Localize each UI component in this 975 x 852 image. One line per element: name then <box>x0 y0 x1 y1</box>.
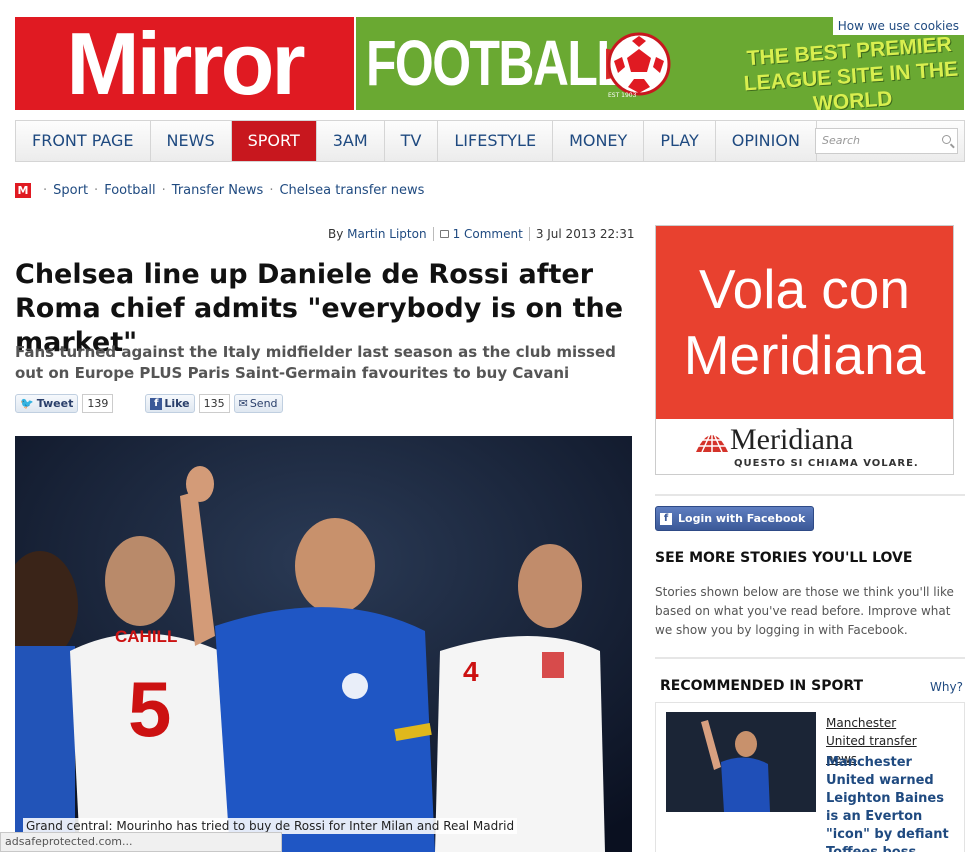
nav-item-news[interactable]: NEWS <box>151 121 232 161</box>
comments-link[interactable]: 1 Comment <box>453 227 523 241</box>
breadcrumb-separator: · <box>161 183 166 198</box>
ad-headline: Vola con Meridiana <box>656 226 953 419</box>
nav-item-lifestyle[interactable]: LIFESTYLE <box>438 121 554 161</box>
tweet-count: 139 <box>82 394 114 413</box>
tweet-label: Tweet <box>36 397 74 410</box>
breadcrumb-item-sport[interactable]: Sport <box>53 183 88 198</box>
football-wordmark: FOOTBALL <box>366 27 627 99</box>
recommended-title: RECOMMENDED IN SPORT <box>660 678 864 694</box>
browser-status-bar: adsafeprotected.com... <box>0 832 282 852</box>
ad-line-2: Meridiana <box>683 324 926 386</box>
like-count: 135 <box>198 394 230 413</box>
twitter-bird-icon: 🐦 <box>20 397 34 410</box>
mirror-m-icon[interactable]: M <box>15 183 31 198</box>
breadcrumb-separator: · <box>269 183 274 198</box>
ad-brand-name: Meridiana <box>730 423 854 456</box>
search-placeholder: Search <box>822 134 861 147</box>
sidebar-divider <box>655 657 965 659</box>
article-standfirst: Fans turned against the Italy midfielder… <box>15 343 616 382</box>
breadcrumb: M · Sport · Football · Transfer News · C… <box>15 183 424 198</box>
ad-brand: Meridiana <box>694 423 853 457</box>
breadcrumb-separator: · <box>94 183 99 198</box>
shirt-number-4: 4 <box>463 656 479 687</box>
cookies-link[interactable]: How we use cookies <box>832 17 964 35</box>
see-more-title: SEE MORE STORIES YOU'LL LOVE <box>655 550 913 566</box>
nav-item-play[interactable]: PLAY <box>644 121 716 161</box>
byline-divider <box>432 227 434 241</box>
player-thumbnail-photo <box>666 712 816 812</box>
shirt-number-5: 5 <box>128 665 171 753</box>
article-photo[interactable]: CAHILL 5 4 <box>15 436 632 852</box>
football-banner[interactable]: FOOTBALL EST 1903 THE BEST PREMIER LEAGU… <box>356 17 964 110</box>
tweet-button[interactable]: 🐦 Tweet <box>15 394 79 413</box>
nav-item-front-page[interactable]: FRONT PAGE <box>16 121 151 161</box>
nav-item-tv[interactable]: TV <box>385 121 439 161</box>
nav-item-money[interactable]: MONEY <box>553 121 645 161</box>
banner-tagline: THE BEST PREMIER LEAGUE SITE IN THE WORL… <box>743 32 959 110</box>
nav-item-3am[interactable]: 3AM <box>317 121 385 161</box>
breadcrumb-item-football[interactable]: Football <box>104 183 155 198</box>
like-button[interactable]: f Like <box>145 394 195 413</box>
send-icon: ✉ <box>238 397 248 410</box>
sidebar-divider <box>655 494 965 496</box>
byline-prefix: By <box>328 227 344 241</box>
breadcrumb-item-transfer-news[interactable]: Transfer News <box>172 183 264 198</box>
mirror-logo[interactable]: Mirror <box>15 17 354 110</box>
facebook-icon: f <box>660 512 672 525</box>
search-input[interactable]: Search <box>815 128 958 154</box>
nav-item-opinion[interactable]: OPINION <box>716 121 817 161</box>
recommended-headline[interactable]: Manchester United warned Leighton Baines… <box>826 754 958 852</box>
facebook-icon: f <box>150 397 163 410</box>
main-nav: FRONT PAGE NEWS SPORT 3AM TV LIFESTYLE M… <box>15 120 965 162</box>
meridiana-logo-icon <box>696 428 728 453</box>
ad-tagline: QUESTO SI CHIAMA VOLARE. <box>734 458 919 469</box>
football-icon <box>606 32 671 96</box>
comment-icon <box>439 230 449 238</box>
ad-line-1: Vola con <box>698 258 910 320</box>
football-players-photo: CAHILL 5 4 <box>15 436 632 852</box>
facebook-login-label: Login with Facebook <box>678 512 806 525</box>
send-label: Send <box>249 397 278 410</box>
like-label: Like <box>164 397 190 410</box>
social-buttons: 🐦 Tweet 139 f Like 135 ✉ Send <box>15 394 283 413</box>
search-icon[interactable] <box>942 135 951 144</box>
author-link[interactable]: Martin Lipton <box>347 227 426 241</box>
shirt-name-text: CAHILL <box>115 627 177 646</box>
article-date: 3 Jul 2013 22:31 <box>535 227 635 241</box>
stories-description: Stories shown below are those we think y… <box>655 585 954 637</box>
facebook-login-button[interactable]: f Login with Facebook <box>655 506 815 531</box>
nav-item-sport[interactable]: SPORT <box>231 121 317 161</box>
byline-divider <box>528 227 530 241</box>
breadcrumb-item-chelsea-transfer-news[interactable]: Chelsea transfer news <box>279 183 424 198</box>
breadcrumb-separator: · <box>43 183 48 198</box>
article-byline: By Martin Lipton 1 Comment 3 Jul 2013 22… <box>328 227 635 241</box>
established-text: EST 1903 <box>608 92 637 99</box>
recommended-thumbnail[interactable] <box>666 712 816 812</box>
why-link[interactable]: Why? <box>930 680 963 694</box>
send-button[interactable]: ✉ Send <box>233 394 283 413</box>
meridiana-advertisement[interactable]: Vola con Meridiana Meridiana QUESTO SI C… <box>655 225 954 475</box>
